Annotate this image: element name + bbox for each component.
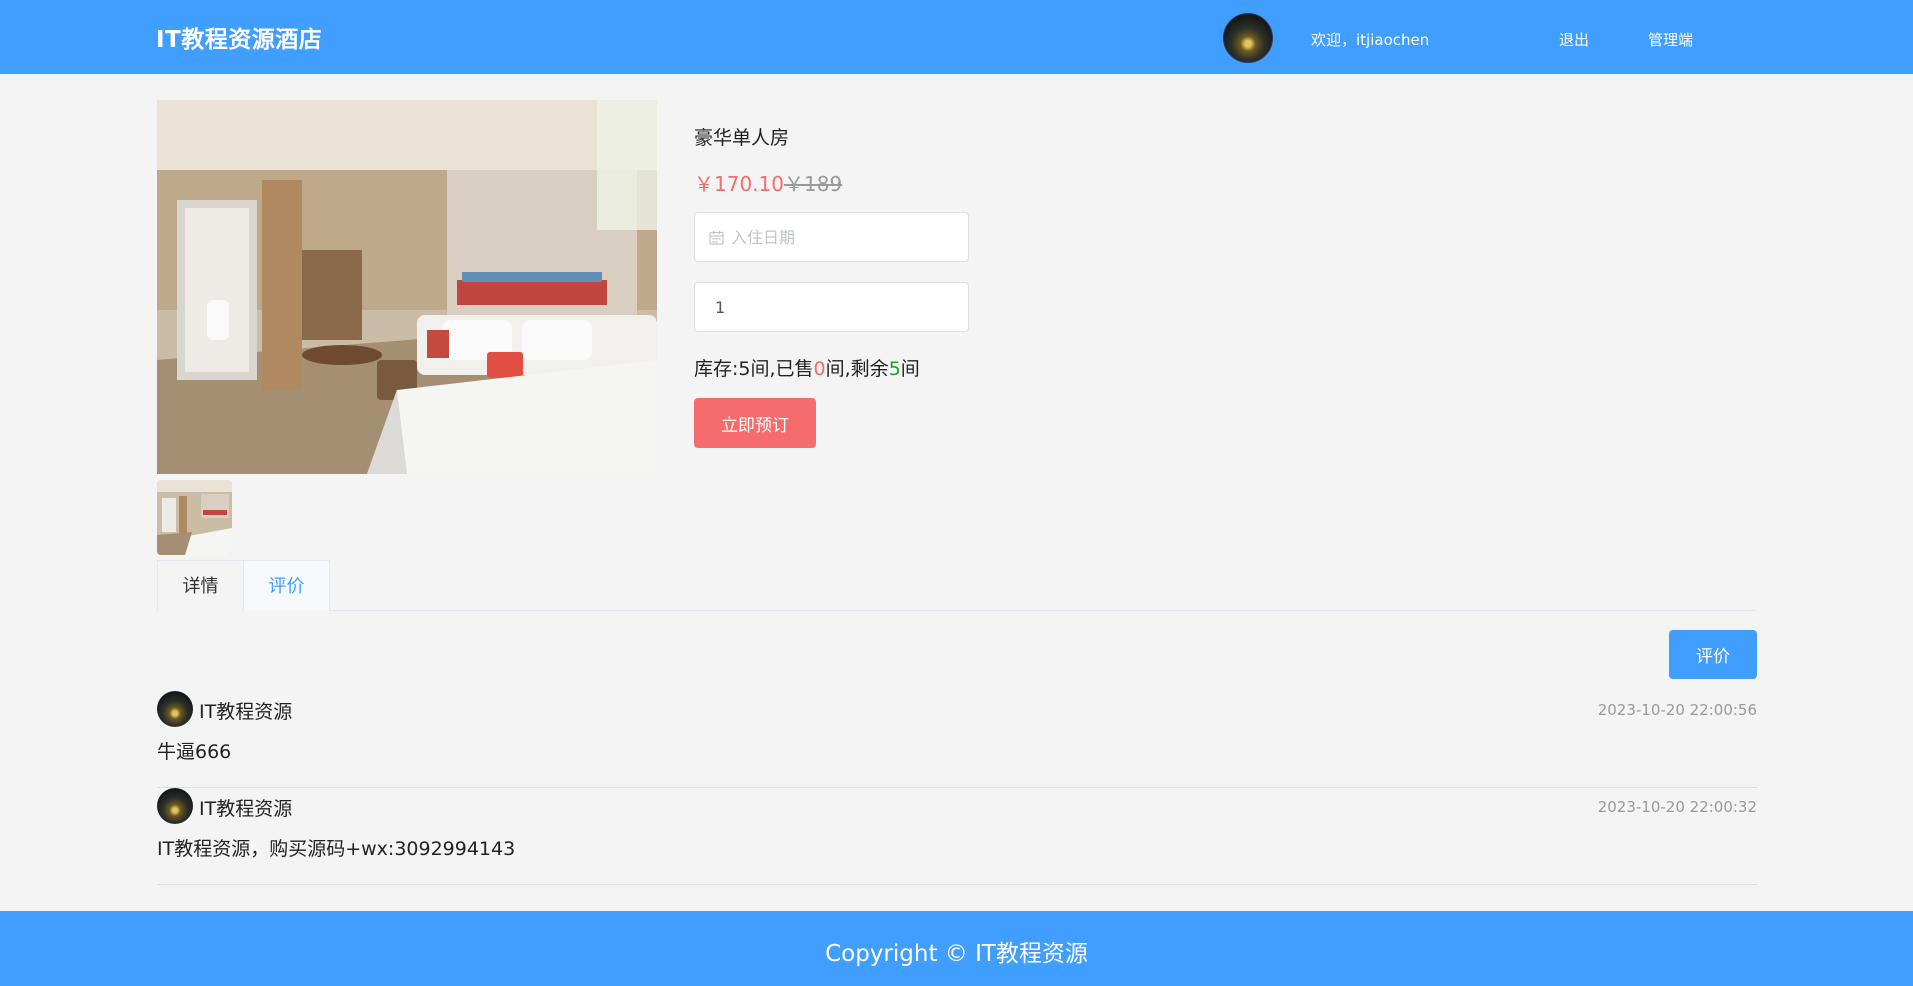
write-review-button[interactable]: 评价 bbox=[1669, 630, 1757, 679]
comment-text: 牛逼666 bbox=[157, 741, 232, 763]
stock-sold: 0 bbox=[813, 358, 826, 380]
commenter-name: IT教程资源 bbox=[199, 701, 293, 723]
room-thumbnail[interactable] bbox=[157, 480, 232, 555]
comment-item: IT教程资源 2023-10-20 22:00:32 IT教程资源，购买源码+w… bbox=[157, 788, 1757, 885]
current-price: ￥170.10 bbox=[694, 172, 784, 196]
commenter-name: IT教程资源 bbox=[199, 798, 293, 820]
copyright-text: Copyright © IT教程资源 bbox=[825, 941, 1088, 967]
room-name: 豪华单人房 bbox=[694, 127, 790, 149]
page-footer: Copyright © IT教程资源 bbox=[0, 911, 1913, 986]
site-brand[interactable]: IT教程资源酒店 bbox=[156, 20, 322, 54]
stock-suffix: 间 bbox=[900, 358, 920, 380]
stock-prefix: 库存: bbox=[694, 358, 739, 380]
commenter-avatar bbox=[157, 788, 193, 824]
comment-item: IT教程资源 2023-10-20 22:00:56 牛逼666 bbox=[157, 691, 1757, 788]
top-navbar: IT教程资源酒店 欢迎，itjiaochen 退出 管理端 bbox=[0, 0, 1913, 74]
comment-text: IT教程资源，购买源码+wx:3092994143 bbox=[157, 838, 516, 860]
welcome-text: 欢迎，itjiaochen bbox=[1311, 31, 1430, 49]
commenter-avatar bbox=[157, 691, 193, 727]
check-in-date-input[interactable] bbox=[731, 213, 961, 261]
calendar-icon bbox=[709, 231, 724, 245]
detail-tabs: 详情 评价 bbox=[157, 560, 1757, 611]
room-thumbnail-illustration bbox=[157, 480, 232, 555]
room-quantity-input[interactable] bbox=[715, 283, 955, 331]
comment-time: 2023-10-20 22:00:56 bbox=[1597, 701, 1757, 719]
room-quantity-field[interactable] bbox=[694, 282, 969, 332]
tab-details[interactable]: 详情 bbox=[157, 560, 244, 611]
tab-reviews[interactable]: 评价 bbox=[243, 560, 330, 611]
stock-total: 5 bbox=[738, 358, 751, 380]
book-now-button[interactable]: 立即预订 bbox=[694, 398, 816, 448]
check-in-date-picker[interactable] bbox=[694, 212, 969, 262]
stock-sold-label: 间,已售 bbox=[750, 358, 814, 380]
logout-link[interactable]: 退出 bbox=[1559, 29, 1589, 50]
room-main-image bbox=[157, 100, 657, 474]
stock-remain: 5 bbox=[888, 358, 901, 380]
user-avatar[interactable] bbox=[1223, 13, 1273, 63]
admin-link[interactable]: 管理端 bbox=[1648, 29, 1693, 50]
comment-time: 2023-10-20 22:00:32 bbox=[1597, 798, 1757, 816]
stock-info: 库存:5间,已售0间,剩余5间 bbox=[694, 354, 920, 381]
room-photo-illustration bbox=[157, 100, 657, 474]
original-price: ￥189 bbox=[784, 172, 843, 196]
stock-remain-label: 间,剩余 bbox=[825, 358, 889, 380]
